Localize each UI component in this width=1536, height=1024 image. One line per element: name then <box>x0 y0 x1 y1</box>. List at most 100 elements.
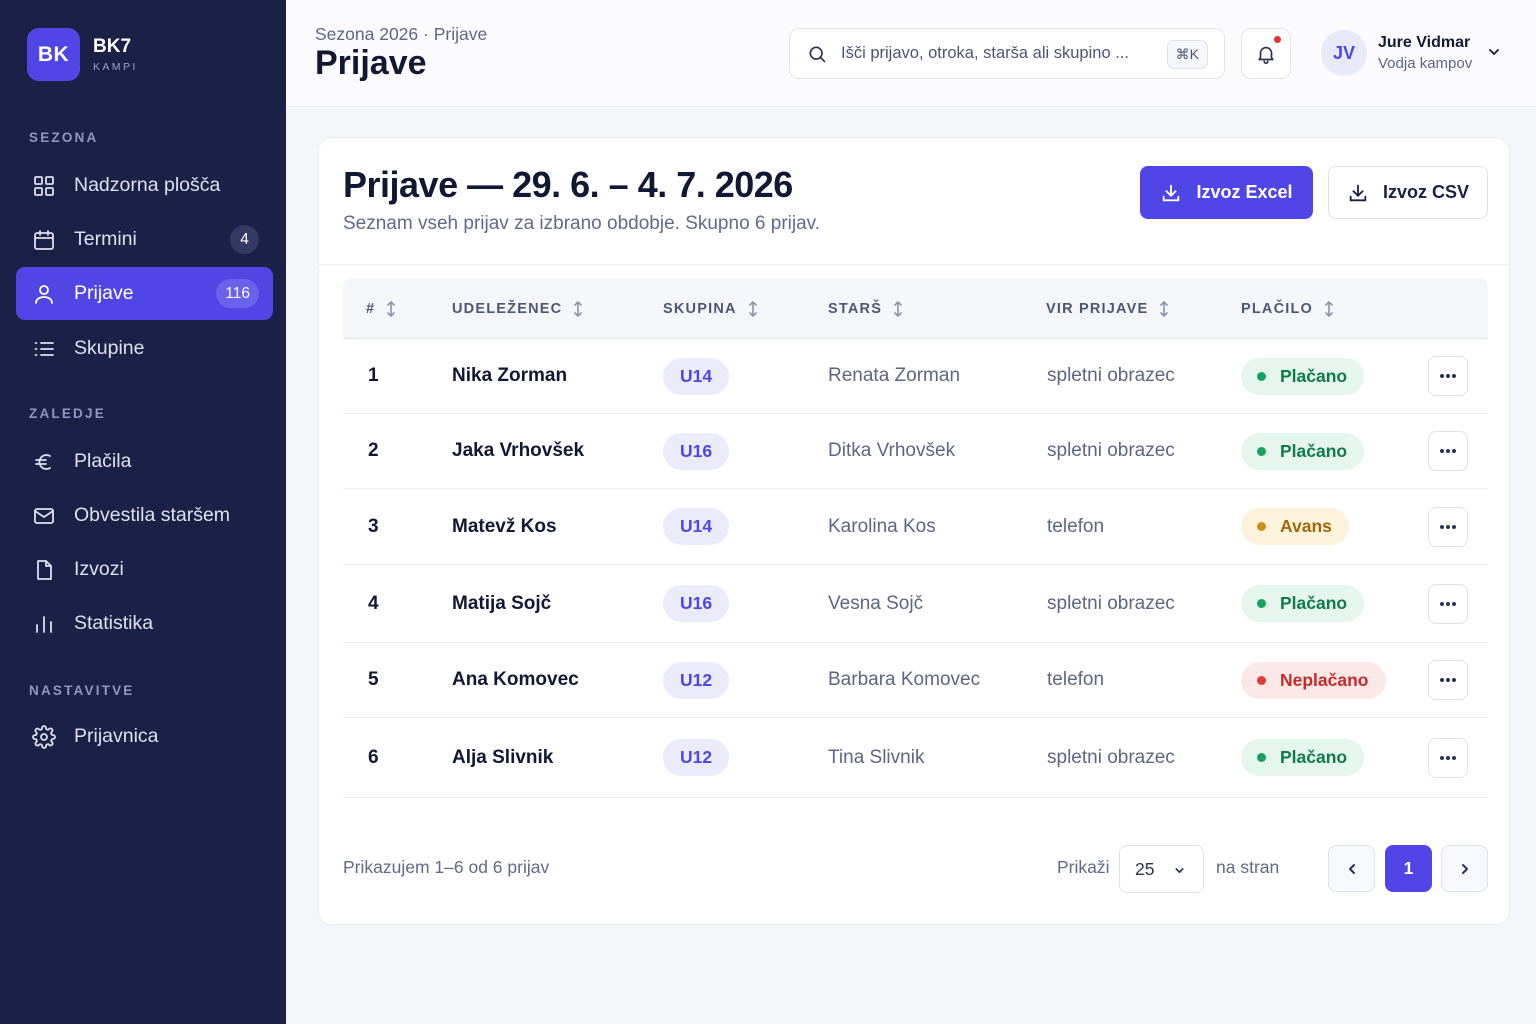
table-row[interactable]: 6 Alja Slivnik U12 Tina Slivnik spletni obra… <box>343 718 1488 798</box>
registrations-card: Prijave — 29. 6. – 4. 7. 2026 Seznam vse… <box>318 137 1510 925</box>
participant-name[interactable]: Ana Komovec <box>452 643 579 717</box>
registration-source: spletni obrazec <box>1047 746 1175 768</box>
column-label: VIR PRIJAVE <box>1046 301 1149 317</box>
group-badge: U14 <box>663 357 730 395</box>
brand-subtitle: KAMPI <box>93 61 138 73</box>
user-name[interactable]: Jure Vidmar <box>1378 34 1470 52</box>
status-dot <box>1257 599 1266 608</box>
payment-status-label: Plačano <box>1280 593 1348 613</box>
section-label-sezona: SEZONA <box>29 130 99 145</box>
next-page-button[interactable] <box>1441 845 1488 892</box>
sort-icon <box>1325 301 1333 317</box>
sort-icon <box>387 301 396 317</box>
export-csv-button[interactable]: Izvoz CSV <box>1328 166 1488 219</box>
payment-status-label: Plačano <box>1280 440 1348 461</box>
table-row[interactable]: 5 Ana Komovec U12 Barbara Komovec telefon Nep… <box>343 643 1488 718</box>
group-badge: U16 <box>663 432 730 470</box>
column-header-group[interactable]: SKUPINA <box>663 300 759 318</box>
section-label-nastavitve: NASTAVITVE <box>29 683 135 698</box>
payment-status-badge: Avans <box>1241 508 1349 545</box>
sidebar-item-prijave[interactable]: Prijave 116 <box>16 267 273 320</box>
row-number: 6 <box>368 746 379 768</box>
parent-name: Karolina Kos <box>828 515 936 537</box>
row-actions-button[interactable] <box>1428 431 1468 471</box>
sidebar-item-skupine[interactable]: Skupine <box>16 322 273 375</box>
avatar[interactable]: JV <box>1321 30 1367 76</box>
card-subtitle: Seznam vseh prijav za izbrano obdobje. S… <box>343 213 821 234</box>
table-row[interactable]: 3 Matevž Kos U14 Karolina Kos telefon Avans <box>343 489 1488 565</box>
column-label: STARŠ <box>828 301 883 317</box>
sidebar-item-prijavnica[interactable]: Prijavnica <box>16 710 273 763</box>
row-number: 1 <box>368 365 379 386</box>
brand[interactable]: BK BK7 KAMPI <box>27 28 138 81</box>
results-count: Prikazujem 1–6 od 6 prijav <box>343 857 550 877</box>
column-label: UDELEŽENEC <box>452 301 563 317</box>
row-number: 4 <box>368 592 379 614</box>
participant-name[interactable]: Matevž Kos <box>452 489 557 564</box>
column-header-parent[interactable]: STARŠ <box>828 300 904 318</box>
more-horizontal-icon <box>1440 601 1456 606</box>
more-horizontal-icon <box>1440 374 1456 378</box>
page-button-current[interactable]: 1 <box>1385 845 1432 892</box>
payment-status-label: Plačano <box>1280 365 1348 386</box>
table-row[interactable]: 4 Matija Sojč U16 Vesna Sojč spletni obrazec… <box>343 565 1488 643</box>
status-dot <box>1257 371 1266 381</box>
table-row[interactable]: 2 Jaka Vrhovšek U16 Ditka Vrhovšek spletni o… <box>343 414 1488 489</box>
parent-name: Tina Slivnik <box>828 746 925 768</box>
per-page-value: 25 <box>1135 858 1155 879</box>
column-label: # <box>366 301 376 317</box>
group-badge: U12 <box>663 739 730 776</box>
export-excel-button[interactable]: Izvoz Excel <box>1140 166 1313 219</box>
column-label: PLAČILO <box>1241 301 1314 317</box>
sidebar: BK BK7 KAMPI SEZONA Nadzorna plošča Term… <box>0 0 286 1024</box>
sidebar-item-termini[interactable]: Termini 4 <box>16 213 273 266</box>
chevron-down-icon[interactable] <box>1486 44 1502 65</box>
column-header-participant[interactable]: UDELEŽENEC <box>452 300 584 318</box>
sidebar-item-izvozi[interactable]: Izvozi <box>16 543 273 596</box>
export-csv-label: Izvoz CSV <box>1382 182 1470 202</box>
previous-page-button[interactable] <box>1328 845 1375 892</box>
notifications-button[interactable] <box>1241 28 1291 79</box>
status-dot <box>1257 446 1266 456</box>
row-actions-button[interactable] <box>1428 356 1468 396</box>
more-horizontal-icon <box>1440 449 1456 453</box>
row-actions-button[interactable] <box>1428 660 1468 700</box>
status-dot <box>1257 753 1266 762</box>
parent-name: Ditka Vrhovšek <box>828 440 956 461</box>
payment-status-label: Plačano <box>1280 747 1348 767</box>
sidebar-item-placila[interactable]: Plačila <box>16 435 273 488</box>
participant-name[interactable]: Jaka Vrhovšek <box>452 414 584 488</box>
search-placeholder: Išči prijavo, otroka, starša ali skupino… <box>841 44 1129 62</box>
sidebar-item-label: Skupine <box>74 337 145 359</box>
row-actions-button[interactable] <box>1428 583 1468 624</box>
search-input[interactable]: Išči prijavo, otroka, starša ali skupino… <box>789 28 1225 79</box>
chevron-right-icon <box>1461 863 1468 874</box>
registration-source: telefon <box>1047 669 1105 690</box>
participant-name[interactable]: Matija Sojč <box>452 565 551 642</box>
registration-source: spletni obrazec <box>1047 365 1175 386</box>
parent-name: Barbara Komovec <box>828 669 981 690</box>
row-actions-button[interactable] <box>1428 506 1468 547</box>
user-icon <box>32 282 56 306</box>
group-badge: U12 <box>663 661 730 699</box>
participant-name[interactable]: Alja Slivnik <box>452 718 553 797</box>
sidebar-item-statistika[interactable]: Statistika <box>16 597 273 650</box>
more-horizontal-icon <box>1440 678 1456 682</box>
sidebar-item-obvestila[interactable]: Obvestila staršem <box>16 489 273 542</box>
column-header-source[interactable]: VIR PRIJAVE <box>1046 300 1170 318</box>
sidebar-item-dashboard[interactable]: Nadzorna plošča <box>16 159 273 212</box>
row-actions-button[interactable] <box>1428 737 1468 778</box>
parent-name: Vesna Sojč <box>828 592 924 614</box>
column-header-payment[interactable]: PLAČILO <box>1241 300 1335 318</box>
payment-status-badge: Neplačano <box>1241 661 1386 699</box>
per-page-select[interactable]: 25 <box>1119 845 1204 893</box>
participant-name[interactable]: Nika Zorman <box>452 339 567 413</box>
table-row[interactable]: 1 Nika Zorman U14 Renata Zorman spletni obra… <box>343 339 1488 414</box>
payment-status-label: Avans <box>1280 516 1332 536</box>
gear-icon <box>32 724 56 749</box>
per-page-suffix: na stran <box>1216 857 1280 877</box>
column-header-number[interactable]: # <box>366 300 397 318</box>
sidebar-item-label: Nadzorna plošča <box>74 174 221 196</box>
per-page-label: Prikaži <box>1057 857 1110 877</box>
file-icon <box>32 558 56 582</box>
